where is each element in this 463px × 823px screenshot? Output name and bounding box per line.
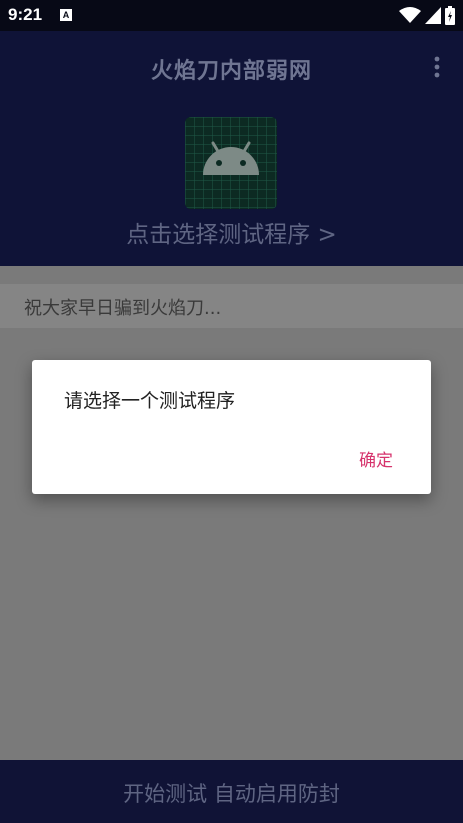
app-header: 火焰刀内部弱网 点击选择测试程序 > — [0, 31, 463, 266]
start-test-label: 开始测试 自动启用防封 — [123, 782, 340, 806]
android-icon[interactable] — [185, 117, 277, 209]
notice-text: 祝大家早日骗到火焰刀... — [24, 298, 222, 319]
dialog-message: 请选择一个测试程序 — [64, 390, 236, 412]
status-time: 9:21 — [8, 5, 43, 24]
content-area: 祝大家早日骗到火焰刀... — [0, 266, 463, 760]
app-title: 火焰刀内部弱网 — [150, 59, 312, 84]
start-test-button[interactable]: 开始测试 自动启用防封 — [0, 760, 463, 823]
select-program-link[interactable]: 点击选择测试程序 > — [0, 215, 463, 249]
notification-badge-icon: A — [60, 9, 72, 21]
confirm-button[interactable]: 确定 — [359, 446, 393, 471]
notice-bar: 祝大家早日骗到火焰刀... — [0, 284, 463, 328]
status-bar: 9:21 A — [0, 0, 463, 31]
wifi-icon — [399, 7, 421, 23]
more-vert-icon[interactable] — [431, 55, 443, 79]
signal-icon — [425, 7, 441, 24]
alert-dialog: 请选择一个测试程序 确定 — [32, 360, 431, 494]
battery-icon — [445, 6, 455, 25]
status-icons — [399, 6, 455, 25]
